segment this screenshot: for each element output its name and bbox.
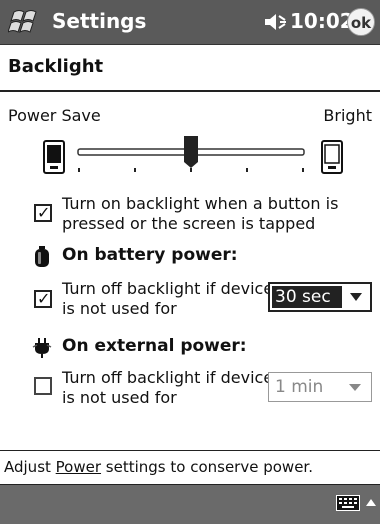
page-title: Backlight [8,56,104,77]
footer-suffix: settings to conserve power. [101,458,313,476]
backlight-on-tap-label-2: pressed or the screen is tapped [62,214,316,233]
slider-thumb[interactable] [184,136,198,168]
external-timeout-value: 1 min [275,377,324,397]
arrow-up-icon[interactable] [366,499,376,506]
slider-label-bright: Bright [323,106,372,125]
menu-bar [0,484,380,524]
dropdown-arrow-icon [350,293,362,301]
external-turn-off-label-1: Turn off backlight if device [62,368,274,387]
battery-icon [35,246,49,267]
footer-prefix: Adjust [4,458,56,476]
battery-turn-off-checkbox[interactable]: ✓ [34,290,52,308]
app-title: Settings [52,9,147,33]
slider-label-power-save: Power Save [8,106,101,125]
checkmark-icon: ✓ [37,203,51,222]
external-turn-off-checkbox[interactable] [34,377,52,395]
bright-device-icon [321,140,343,174]
dim-device-icon [43,140,65,174]
ac-plug-icon [32,338,52,358]
backlight-on-tap-checkbox[interactable]: ✓ [34,204,52,222]
ok-button[interactable]: ok [347,8,375,36]
external-section-heading: On external power: [62,336,247,356]
battery-turn-off-label-1: Turn off backlight if device [62,279,274,298]
volume-icon[interactable] [262,10,288,34]
power-settings-link[interactable]: Power [56,458,101,476]
checkmark-icon: ✓ [37,289,51,308]
dropdown-arrow-icon [349,384,361,391]
windows-start-icon[interactable] [8,6,42,38]
battery-turn-off-label-2: is not used for [62,299,177,318]
battery-section-heading: On battery power: [62,245,238,265]
footer-divider [0,450,380,451]
battery-timeout-value: 30 sec [272,286,342,308]
title-bar: Settings 10:02 ok [0,0,380,45]
clock-time[interactable]: 10:02 [290,9,354,33]
backlight-on-tap-label-1: Turn on backlight when a button is [62,194,339,213]
brightness-slider[interactable] [74,136,308,180]
battery-timeout-dropdown[interactable]: 30 sec [268,282,372,312]
external-turn-off-label-2: is not used for [62,388,177,407]
keyboard-icon[interactable] [336,495,360,511]
external-timeout-dropdown[interactable]: 1 min [268,372,372,402]
header-divider [0,90,380,92]
footer-note: Adjust Power settings to conserve power. [4,458,313,476]
